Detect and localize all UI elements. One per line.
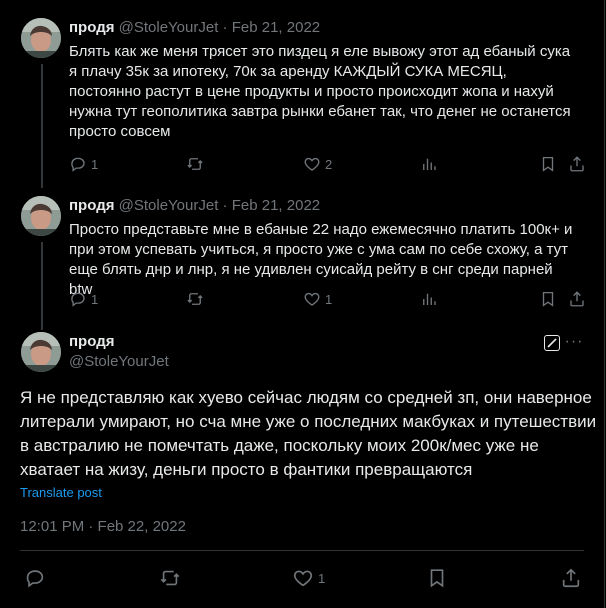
post-actions: 1 1 <box>69 289 589 309</box>
post-header: продя @StoleYourJet · Feb 21, 2022 <box>69 196 320 216</box>
post-text: Просто представьте мне в ебаные 22 надо … <box>69 221 573 298</box>
thread-post[interactable]: продя @StoleYourJet · Feb 21, 2022 Блять… <box>0 18 604 188</box>
share-button[interactable] <box>568 154 586 174</box>
like-count: 1 <box>325 291 333 307</box>
repost-icon <box>186 155 204 173</box>
translate-link[interactable]: Translate post <box>20 485 102 501</box>
share-button[interactable] <box>568 289 586 309</box>
share-icon <box>568 290 586 308</box>
reply-button[interactable] <box>24 566 50 590</box>
heart-icon <box>292 567 314 589</box>
reply-button[interactable]: 1 <box>69 289 98 309</box>
post-date[interactable]: Feb 21, 2022 <box>232 19 320 36</box>
reply-icon <box>69 290 87 308</box>
reply-button[interactable]: 1 <box>69 154 98 174</box>
like-button[interactable]: 1 <box>303 289 332 309</box>
reply-icon <box>24 567 46 589</box>
author-handle[interactable]: @StoleYourJet <box>69 352 169 372</box>
views-icon <box>420 290 438 308</box>
author-handle[interactable]: @StoleYourJet <box>119 19 219 36</box>
repost-icon <box>159 567 181 589</box>
focused-post-text: Я не представляю как хуево сейчас людям … <box>20 388 597 479</box>
share-icon <box>560 567 582 589</box>
post-timestamp[interactable]: 12:01 PM · Feb 22, 2022 <box>20 517 186 537</box>
author-name[interactable]: продя <box>69 19 114 36</box>
thread-line <box>41 242 43 330</box>
bookmark-button[interactable] <box>539 154 557 174</box>
reply-icon <box>69 155 87 173</box>
bookmark-button[interactable] <box>426 566 448 590</box>
like-count: 1 <box>318 570 326 586</box>
focused-post-actions: 1 <box>20 566 584 590</box>
repost-button[interactable] <box>186 154 204 174</box>
bookmark-button[interactable] <box>539 289 557 309</box>
author-handle[interactable]: @StoleYourJet <box>119 197 219 214</box>
bookmark-icon <box>539 155 557 173</box>
repost-button[interactable] <box>186 289 204 309</box>
repost-icon <box>186 290 204 308</box>
post-text: Блять как же меня трясет это пиздец я ел… <box>69 43 571 140</box>
share-icon <box>568 155 586 173</box>
avatar[interactable] <box>21 18 61 58</box>
like-button[interactable]: 2 <box>303 154 332 174</box>
views-button[interactable] <box>420 154 438 174</box>
author-name[interactable]: продя <box>69 332 114 352</box>
separator: · <box>222 19 228 36</box>
post-actions: 1 2 <box>69 154 589 174</box>
heart-icon <box>303 155 321 173</box>
bookmark-icon <box>539 290 557 308</box>
thread-line <box>41 64 43 188</box>
timeline-column: продя @StoleYourJet · Feb 21, 2022 Блять… <box>0 0 605 608</box>
grok-icon[interactable] <box>544 335 560 351</box>
like-count: 2 <box>325 156 333 172</box>
like-button[interactable]: 1 <box>292 566 325 590</box>
views-icon <box>420 155 438 173</box>
avatar[interactable] <box>21 196 61 236</box>
share-button[interactable] <box>560 566 582 590</box>
heart-icon <box>303 290 321 308</box>
bookmark-icon <box>426 567 448 589</box>
separator: · <box>222 197 228 214</box>
thread-post[interactable]: продя @StoleYourJet · Feb 21, 2022 Прост… <box>0 196 604 330</box>
repost-button[interactable] <box>159 566 181 590</box>
divider <box>20 550 584 551</box>
post-header: продя @StoleYourJet · Feb 21, 2022 <box>69 18 320 38</box>
focused-post: продя @StoleYourJet ··· Я не представляю… <box>0 332 604 608</box>
author-name[interactable]: продя <box>69 197 114 214</box>
reply-count: 1 <box>91 156 99 172</box>
avatar[interactable] <box>21 332 61 372</box>
more-icon[interactable]: ··· <box>564 334 584 356</box>
post-date[interactable]: Feb 21, 2022 <box>232 197 320 214</box>
reply-count: 1 <box>91 291 99 307</box>
views-button[interactable] <box>420 289 438 309</box>
